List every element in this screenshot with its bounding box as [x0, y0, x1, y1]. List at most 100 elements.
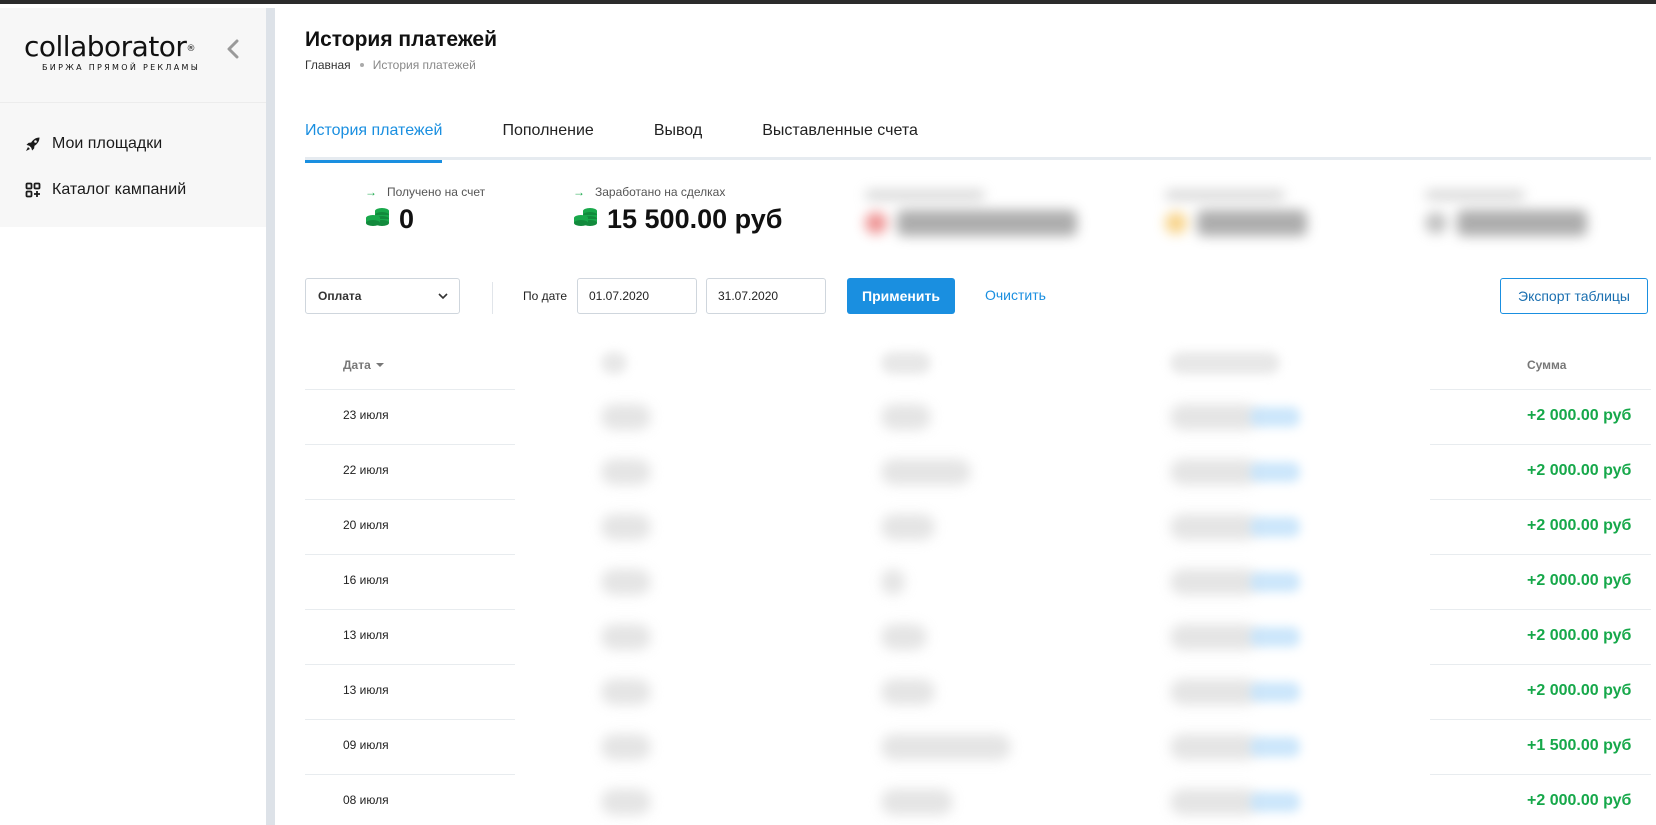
cell-sum: +2 000.00 руб	[1527, 517, 1632, 534]
main-content: История платежей Главная История платеже…	[305, 8, 1656, 825]
table-body: 23 июля +2 000.00 руб 22 июля +2 000.00 руб…	[305, 390, 1651, 825]
logo-wordmark: collaborator®	[24, 30, 195, 63]
payments-table: Дата Сумма 23 июля +2 000.00 руб 22 июля +2…	[305, 338, 1651, 825]
logo[interactable]: collaborator® БИРЖА ПРЯМОЙ РЕКЛАМЫ	[24, 30, 200, 73]
table-row: 23 июля +2 000.00 руб	[305, 390, 1651, 445]
table-row: 09 июля +1 500.00 руб	[305, 720, 1651, 775]
redacted-cell	[1170, 459, 1258, 485]
cell-date: 23 июля	[343, 408, 389, 422]
by-date-label: По дате	[523, 289, 568, 303]
page-title: История платежей	[305, 28, 498, 51]
coins-icon	[573, 206, 599, 233]
sidebar-header: collaborator® БИРЖА ПРЯМОЙ РЕКЛАМЫ	[0, 8, 266, 103]
tabs: История платежей Пополнение Вывод Выстав…	[305, 104, 1651, 163]
grid-plus-icon	[24, 181, 42, 199]
collapse-sidebar-button[interactable]	[222, 36, 244, 62]
redacted-link	[1250, 517, 1300, 537]
redacted-link	[1250, 572, 1300, 592]
arrow-right-icon: →	[573, 185, 585, 199]
table-row: 08 июля +2 000.00 руб	[305, 775, 1651, 825]
stat-earned: → Заработано на сделках 15 500.00 руб	[573, 184, 782, 235]
redacted-header	[881, 352, 931, 374]
table-row: 16 июля +2 000.00 руб	[305, 555, 1651, 610]
tab-top-up[interactable]: Пополнение	[502, 104, 593, 160]
redacted-link	[1250, 407, 1300, 427]
redacted-cell	[601, 569, 651, 595]
stat-label: → Получено на счет	[365, 184, 485, 200]
redacted-stat	[865, 190, 1077, 236]
redacted-cell	[601, 404, 651, 430]
breadcrumb-home[interactable]: Главная	[305, 58, 351, 72]
redacted-cell	[881, 679, 935, 705]
stat-label-text: Получено на счет	[387, 185, 486, 199]
table-row: 13 июля +2 000.00 руб	[305, 610, 1651, 665]
filters-bar: Оплата По дате Применить Очистить Экспор…	[305, 278, 1651, 318]
payment-type-select[interactable]: Оплата	[305, 278, 460, 314]
redacted-cell	[881, 459, 971, 485]
column-header-date[interactable]: Дата	[343, 358, 384, 372]
tab-payment-history[interactable]: История платежей	[305, 104, 443, 163]
redacted-cell	[881, 514, 935, 540]
sidebar: collaborator® БИРЖА ПРЯМОЙ РЕКЛАМЫ Мои п…	[0, 8, 266, 825]
redacted-cell	[601, 514, 651, 540]
column-header-label: Дата	[343, 358, 371, 372]
clear-button[interactable]: Очистить	[985, 287, 1046, 303]
cell-sum: +2 000.00 руб	[1527, 572, 1632, 589]
redacted-cell	[1170, 679, 1258, 705]
redacted-cell	[881, 789, 953, 815]
stat-value: 15 500.00 руб	[573, 204, 782, 235]
stat-value-number: 15 500.00 руб	[607, 204, 783, 234]
date-from-input[interactable]	[577, 278, 697, 314]
sidebar-item-campaign-catalog[interactable]: Каталог кампаний	[0, 167, 266, 213]
redacted-cell	[881, 734, 1011, 760]
stat-label: → Заработано на сделках	[573, 184, 782, 200]
redacted-cell	[881, 569, 905, 595]
stats-bar: → Получено на счет 0 → Заработано на сде…	[305, 184, 1651, 254]
sidebar-divider	[266, 8, 275, 825]
redacted-cell	[1170, 734, 1258, 760]
redacted-link	[1250, 737, 1300, 757]
stat-value: 0	[365, 204, 485, 235]
redacted-cell	[601, 624, 651, 650]
cell-sum: +2 000.00 руб	[1527, 462, 1632, 479]
column-header-sum: Сумма	[1527, 358, 1567, 372]
rocket-icon	[24, 135, 42, 153]
sidebar-item-my-sites[interactable]: Мои площадки	[0, 121, 266, 167]
redacted-header	[1170, 352, 1280, 374]
redacted-link	[1250, 682, 1300, 702]
breadcrumb-current: История платежей	[372, 58, 476, 72]
table-row: 13 июля +2 000.00 руб	[305, 665, 1651, 720]
redacted-cell	[601, 679, 651, 705]
cell-date: 13 июля	[343, 628, 389, 642]
breadcrumb-separator	[359, 63, 364, 67]
redacted-cell	[601, 734, 651, 760]
breadcrumb: Главная История платежей	[305, 58, 476, 72]
stat-received: → Получено на счет 0	[365, 184, 485, 235]
sort-desc-icon	[375, 363, 384, 367]
cell-sum: +2 000.00 руб	[1527, 627, 1632, 644]
sidebar-menu: Мои площадки Каталог кампаний	[0, 103, 266, 227]
redacted-cell	[1170, 514, 1258, 540]
arrow-right-icon: →	[365, 185, 377, 199]
tab-invoices[interactable]: Выставленные счета	[762, 104, 918, 160]
select-value: Оплата	[318, 289, 362, 303]
sidebar-item-label: Каталог кампаний	[52, 181, 187, 198]
chevron-left-icon	[227, 39, 239, 59]
cell-sum: +2 000.00 руб	[1527, 682, 1632, 699]
tab-withdrawal[interactable]: Вывод	[654, 104, 702, 160]
cell-sum: +2 000.00 руб	[1527, 407, 1632, 424]
export-table-button[interactable]: Экспорт таблицы	[1500, 278, 1648, 314]
stat-value-number: 0	[399, 204, 415, 234]
cell-date: 16 июля	[343, 573, 389, 587]
date-to-input[interactable]	[706, 278, 826, 314]
cell-sum: +1 500.00 руб	[1527, 737, 1632, 754]
cell-date: 13 июля	[343, 683, 389, 697]
redacted-cell	[881, 404, 931, 430]
sidebar-item-label: Мои площадки	[52, 135, 163, 152]
redacted-header	[601, 352, 627, 374]
redacted-cell	[881, 624, 927, 650]
chevron-down-icon	[438, 293, 448, 300]
redacted-cell	[1170, 569, 1258, 595]
cell-date: 08 июля	[343, 793, 389, 807]
apply-button[interactable]: Применить	[847, 278, 955, 314]
